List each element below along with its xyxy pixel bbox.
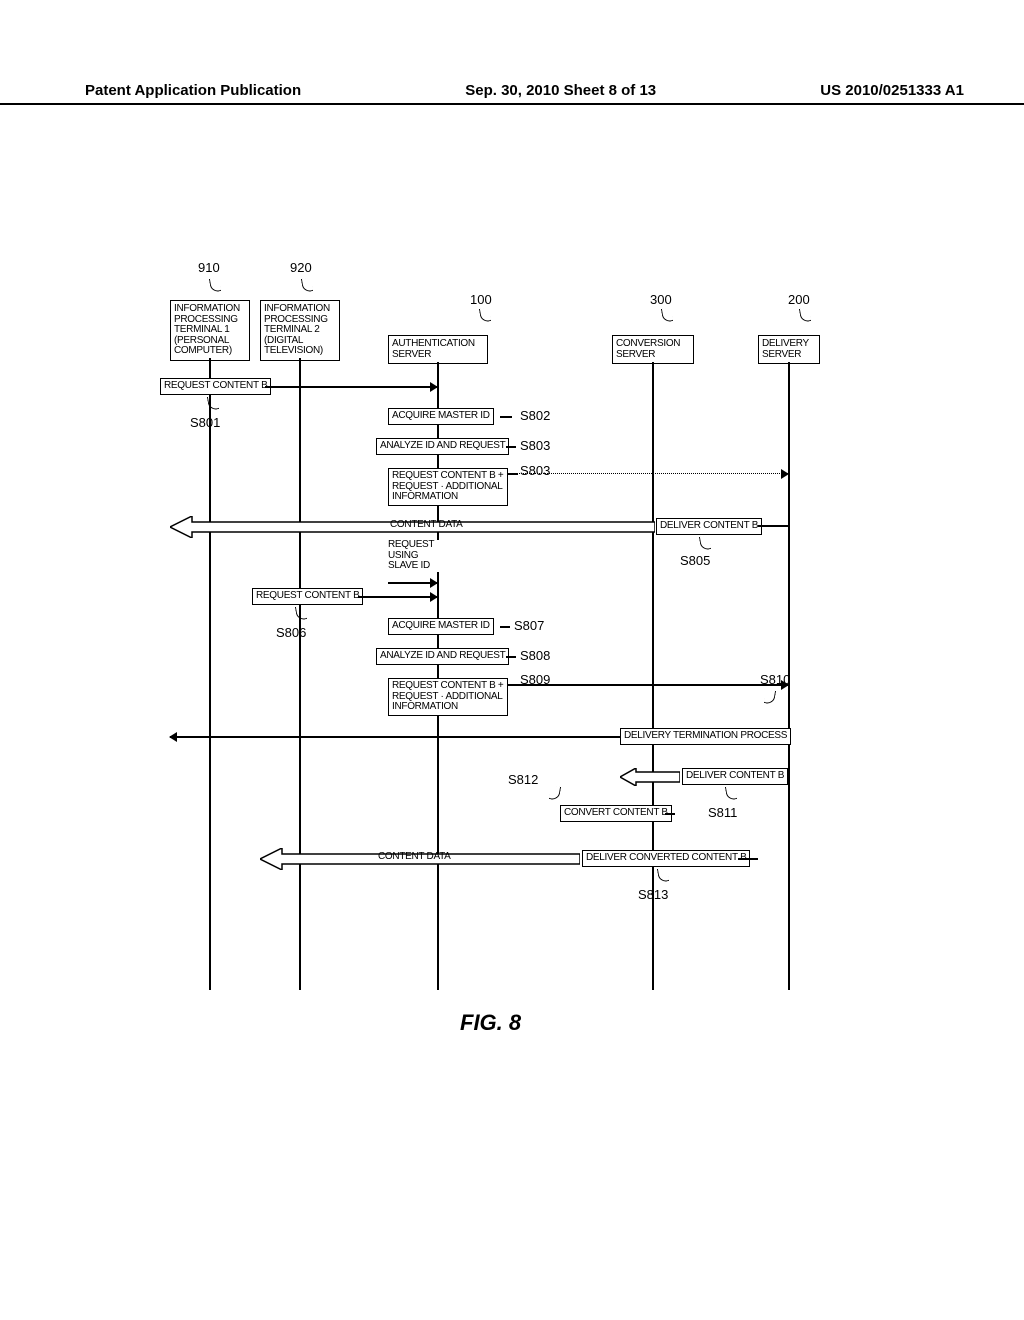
- open-arrow-deliver-b-2: [620, 768, 680, 786]
- label-content-data-1: CONTENT DATA: [390, 519, 463, 530]
- lane-num-auth: 100: [470, 292, 492, 307]
- step-s811: S811: [708, 805, 737, 820]
- label-content-data-2: CONTENT DATA: [378, 851, 451, 862]
- sequence-diagram: 910 920 100 300 200 INFORMATION PROCESSI…: [160, 260, 890, 1040]
- lane-box-t1: INFORMATION PROCESSING TERMINAL 1 (PERSO…: [170, 300, 250, 361]
- msg-convert-b: CONVERT CONTENT B: [560, 805, 672, 822]
- step-s813: S813: [638, 887, 668, 902]
- msg-deliver-b-1: DELIVER CONTENT B: [656, 518, 762, 535]
- step-s805: S805: [680, 553, 710, 568]
- msg-req-slave: REQUEST USING SLAVE ID: [388, 540, 444, 572]
- lane-num-t2: 920: [290, 260, 312, 275]
- header-left: Patent Application Publication: [85, 82, 301, 99]
- step-s807: S807: [514, 618, 544, 633]
- arrow-s806: [358, 596, 437, 598]
- step-s809: S809: [520, 672, 550, 687]
- msg-termination: DELIVERY TERMINATION PROCESS: [620, 728, 791, 745]
- step-s808: S808: [520, 648, 550, 663]
- lane-num-conv: 300: [650, 292, 672, 307]
- msg-req-b-plus-1: REQUEST CONTENT B + REQUEST · ADDITIONAL…: [388, 468, 508, 506]
- msg-analyze-2: ANALYZE ID AND REQUEST: [376, 648, 509, 665]
- lifeline-t2: [299, 358, 301, 990]
- header-right: US 2010/0251333 A1: [820, 82, 964, 99]
- lane-box-auth: AUTHENTICATION SERVER: [388, 335, 488, 364]
- msg-deliver-b-2: DELIVER CONTENT B: [682, 768, 788, 785]
- arrow-s801: [265, 386, 437, 388]
- step-s812: S812: [508, 772, 538, 787]
- lane-box-conv: CONVERSION SERVER: [612, 335, 694, 364]
- lifeline-auth: [437, 362, 439, 990]
- msg-deliver-converted: DELIVER CONVERTED CONTENT B: [582, 850, 750, 867]
- header-center: Sep. 30, 2010 Sheet 8 of 13: [465, 82, 656, 99]
- step-s806: S806: [276, 625, 306, 640]
- msg-acquire-master-1: ACQUIRE MASTER ID: [388, 408, 494, 425]
- step-s803a: S803: [520, 438, 550, 453]
- msg-request-content-b-1: REQUEST CONTENT B: [160, 378, 271, 395]
- arrow-termination: [170, 736, 620, 738]
- step-s801: S801: [190, 415, 220, 430]
- lane-box-del: DELIVERY SERVER: [758, 335, 820, 364]
- lifeline-t1: [209, 358, 211, 990]
- msg-request-content-b-2: REQUEST CONTENT B: [252, 588, 363, 605]
- lane-box-t2: INFORMATION PROCESSING TERMINAL 2 (DIGIT…: [260, 300, 340, 361]
- step-s803b: S803: [520, 463, 550, 478]
- msg-req-b-plus-2: REQUEST CONTENT B + REQUEST · ADDITIONAL…: [388, 678, 508, 716]
- lane-num-del: 200: [788, 292, 810, 307]
- msg-analyze-1: ANALYZE ID AND REQUEST: [376, 438, 509, 455]
- lane-num-t1: 910: [198, 260, 220, 275]
- msg-acquire-master-2: ACQUIRE MASTER ID: [388, 618, 494, 635]
- step-s810: S810: [760, 672, 790, 687]
- page-header: Patent Application Publication Sep. 30, …: [0, 82, 1024, 105]
- step-s802: S802: [520, 408, 550, 423]
- figure-caption: FIG. 8: [460, 1010, 521, 1036]
